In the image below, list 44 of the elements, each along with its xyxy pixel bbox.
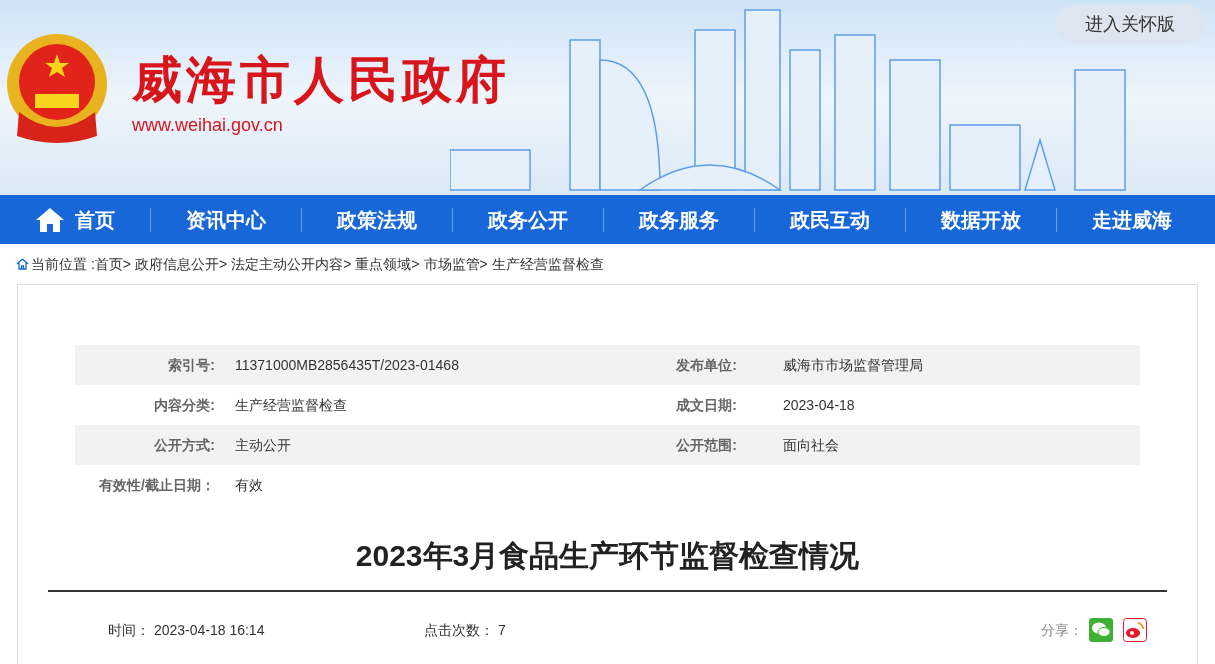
meta-value: 2023-04-18 bbox=[783, 395, 855, 415]
breadcrumb-link[interactable]: 重点领域 bbox=[355, 253, 412, 275]
meta-value: 主动公开 bbox=[235, 435, 292, 455]
meta-label: 有效性/截止日期： bbox=[98, 475, 215, 495]
meta-label: 公开方式: bbox=[153, 435, 215, 455]
meta-label: 公开范围: bbox=[675, 435, 737, 455]
meta-value: 11371000MB2856435T/2023-01468 bbox=[235, 355, 460, 375]
breadcrumb-separator: > bbox=[218, 254, 228, 274]
meta-label: 索引号: bbox=[167, 355, 215, 375]
publish-time: 时间： 2023-04-18 16:14 bbox=[108, 620, 266, 640]
breadcrumb-link[interactable]: 生产经营监督检查 bbox=[491, 253, 604, 275]
meta-label: 成文日期: bbox=[675, 395, 737, 415]
site-url: www.weihai.gov.cn bbox=[132, 114, 284, 137]
nav-link[interactable]: 政务服务 bbox=[604, 204, 754, 235]
care-mode-button[interactable]: 进入关怀版 bbox=[1055, 5, 1205, 43]
share-label: 分享： bbox=[1041, 620, 1083, 640]
meta-value: 生产经营监督检查 bbox=[235, 395, 348, 415]
breadcrumb-separator: > bbox=[411, 254, 420, 274]
meta-value: 威海市市场监督管理局 bbox=[783, 355, 923, 375]
breadcrumb-link[interactable]: 法定主动公开内容 bbox=[231, 253, 344, 275]
breadcrumb-separator: > bbox=[479, 254, 488, 274]
site-title: 威海市人民政府 bbox=[132, 51, 510, 110]
click-count: 点击次数： 7 bbox=[424, 620, 506, 640]
breadcrumb-prefix: 当前位置 : bbox=[31, 254, 95, 274]
meta-label: 发布单位: bbox=[675, 355, 737, 375]
nav-link[interactable]: 政策法规 bbox=[302, 204, 452, 235]
weibo-icon[interactable] bbox=[1123, 618, 1147, 642]
article-title: 2023年3月食品生产环节监督检查情况 bbox=[355, 538, 860, 574]
breadcrumb-link[interactable]: 市场监管 bbox=[423, 253, 480, 275]
home-icon bbox=[35, 206, 65, 233]
nav-link[interactable]: 首页 bbox=[0, 204, 150, 235]
home-icon bbox=[16, 258, 29, 270]
breadcrumb-separator: > bbox=[343, 254, 352, 274]
nav-link[interactable]: 政务公开 bbox=[453, 204, 603, 235]
nav-link[interactable]: 走进威海 bbox=[1057, 204, 1207, 235]
meta-value: 面向社会 bbox=[783, 435, 839, 455]
nav-link[interactable]: 政民互动 bbox=[755, 204, 905, 235]
nav-link[interactable]: 资讯中心 bbox=[151, 204, 301, 235]
meta-value: 有效 bbox=[235, 475, 264, 495]
breadcrumb-separator: > bbox=[122, 254, 131, 274]
nav-link[interactable]: 数据开放 bbox=[906, 204, 1056, 235]
meta-label: 内容分类: bbox=[153, 395, 215, 415]
breadcrumb-link[interactable]: 政府信息公开 bbox=[134, 253, 219, 275]
wechat-icon[interactable] bbox=[1089, 618, 1113, 642]
